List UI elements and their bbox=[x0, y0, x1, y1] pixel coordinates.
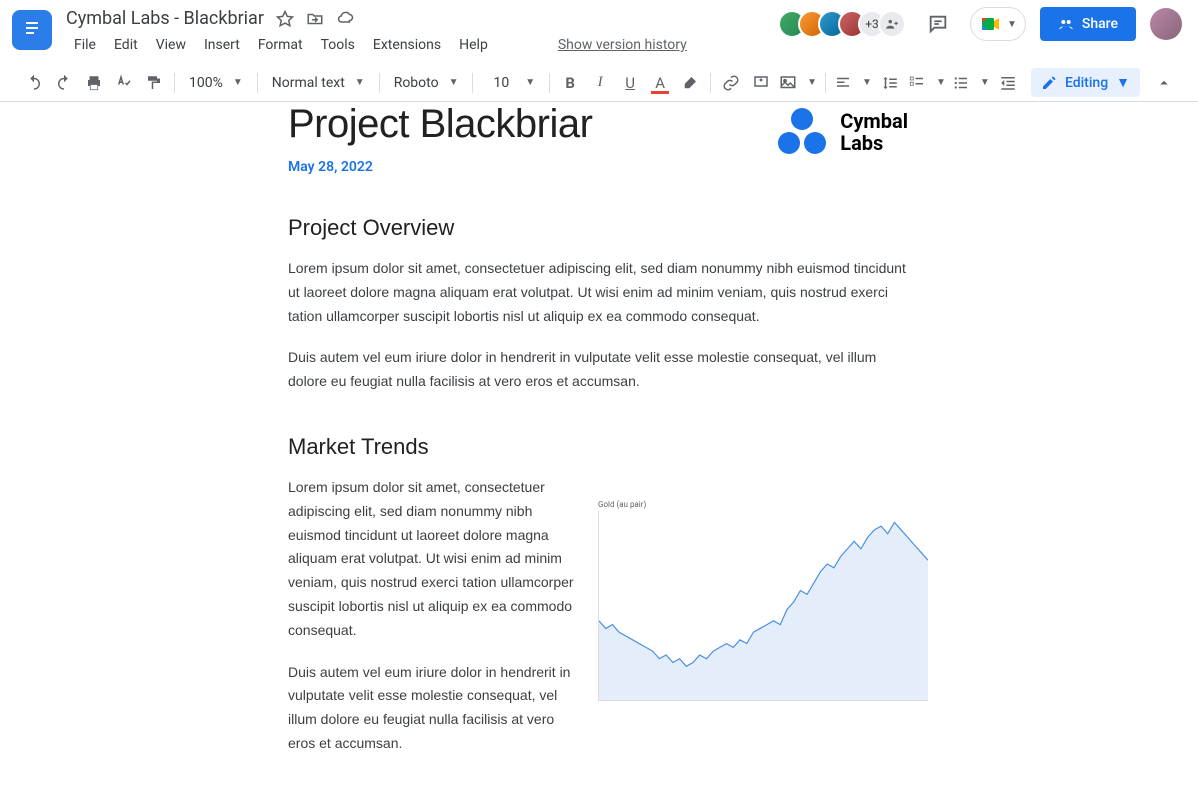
highlight-icon[interactable] bbox=[676, 69, 704, 97]
editing-mode-button[interactable]: Editing ▼ bbox=[1031, 68, 1140, 97]
header-right: +3 ▼ Share bbox=[778, 6, 1182, 42]
version-history-link[interactable]: Show version history bbox=[558, 37, 687, 53]
paragraph[interactable]: Lorem ipsum dolor sit amet, consectetuer… bbox=[288, 476, 578, 643]
section-heading[interactable]: Project Overview bbox=[288, 215, 908, 241]
doc-date[interactable]: May 28, 2022 bbox=[288, 159, 736, 175]
paragraph[interactable]: Lorem ipsum dolor sit amet, consectetuer… bbox=[288, 257, 908, 328]
cloud-icon[interactable] bbox=[336, 10, 354, 28]
text-color-icon[interactable]: A bbox=[646, 69, 674, 97]
docs-icon[interactable] bbox=[12, 10, 52, 50]
paragraph[interactable]: Duis autem vel eum iriure dolor in hendr… bbox=[288, 346, 908, 394]
bold-icon[interactable]: B bbox=[556, 69, 584, 97]
section-heading[interactable]: Market Trends bbox=[288, 434, 908, 460]
italic-icon[interactable]: I bbox=[586, 69, 614, 97]
link-icon[interactable] bbox=[717, 69, 745, 97]
embedded-chart[interactable]: Gold (au pair) bbox=[598, 500, 928, 710]
title-row: Cymbal Labs - Blackbriar bbox=[66, 6, 778, 29]
redo-icon[interactable] bbox=[50, 69, 78, 97]
add-collaborator-icon[interactable] bbox=[878, 10, 906, 38]
move-icon[interactable] bbox=[306, 10, 324, 28]
star-icon[interactable] bbox=[276, 10, 294, 28]
style-dropdown[interactable]: Normal text▼ bbox=[264, 71, 373, 95]
meet-button[interactable]: ▼ bbox=[970, 7, 1026, 41]
menu-view[interactable]: View bbox=[148, 33, 194, 57]
print-icon[interactable] bbox=[80, 69, 108, 97]
collaborator-avatars: +3 bbox=[778, 10, 906, 38]
doc-header: Project Blackbriar May 28, 2022 CymbalLa… bbox=[288, 102, 908, 175]
paint-format-icon[interactable] bbox=[140, 69, 168, 97]
menu-extensions[interactable]: Extensions bbox=[365, 33, 449, 57]
underline-icon[interactable]: U bbox=[616, 69, 644, 97]
line-spacing-icon[interactable] bbox=[876, 69, 904, 97]
doc-title[interactable]: Cymbal Labs - Blackbriar bbox=[66, 8, 264, 29]
image-dropdown[interactable]: ▼ bbox=[777, 72, 819, 94]
chart-title: Gold (au pair) bbox=[598, 500, 928, 509]
checklist-dropdown[interactable]: ▼ bbox=[906, 72, 948, 94]
spellcheck-icon[interactable] bbox=[110, 69, 138, 97]
chevron-down-icon: ▼ bbox=[1007, 19, 1017, 30]
paragraph[interactable]: Duis autem vel eum iriure dolor in hendr… bbox=[288, 661, 578, 756]
menu-tools[interactable]: Tools bbox=[313, 33, 363, 57]
zoom-dropdown[interactable]: 100%▼ bbox=[181, 71, 251, 95]
profile-avatar[interactable] bbox=[1150, 8, 1182, 40]
share-button[interactable]: Share bbox=[1040, 7, 1136, 41]
collapse-toolbar-icon[interactable] bbox=[1150, 69, 1178, 97]
document-area[interactable]: Project Blackbriar May 28, 2022 CymbalLa… bbox=[0, 102, 1198, 798]
header-main: Cymbal Labs - Blackbriar File Edit View … bbox=[66, 6, 778, 57]
menu-edit[interactable]: Edit bbox=[106, 33, 146, 57]
align-dropdown[interactable]: ▼ bbox=[832, 72, 874, 94]
doc-title-heading[interactable]: Project Blackbriar bbox=[288, 102, 736, 147]
document-page: Project Blackbriar May 28, 2022 CymbalLa… bbox=[288, 102, 908, 774]
decrease-indent-icon[interactable] bbox=[994, 69, 1022, 97]
menu-file[interactable]: File bbox=[66, 33, 104, 57]
comment-icon[interactable] bbox=[747, 69, 775, 97]
font-size-input[interactable]: 10▼ bbox=[479, 69, 543, 97]
menu-bar: File Edit View Insert Format Tools Exten… bbox=[66, 33, 778, 57]
app-header: Cymbal Labs - Blackbriar File Edit View … bbox=[0, 0, 1198, 64]
menu-format[interactable]: Format bbox=[250, 33, 311, 57]
menu-insert[interactable]: Insert bbox=[196, 33, 248, 57]
undo-icon[interactable] bbox=[20, 69, 48, 97]
toolbar: 100%▼ Normal text▼ Roboto▼ 10▼ B I U A ▼… bbox=[0, 64, 1198, 102]
share-label: Share bbox=[1082, 16, 1118, 32]
company-logo: CymbalLabs bbox=[776, 108, 908, 156]
menu-help[interactable]: Help bbox=[451, 33, 496, 57]
comment-history-icon[interactable] bbox=[920, 6, 956, 42]
font-dropdown[interactable]: Roboto▼ bbox=[386, 71, 467, 95]
chevron-down-icon: ▼ bbox=[1116, 74, 1130, 91]
bullet-list-dropdown[interactable]: ▼ bbox=[950, 72, 992, 94]
